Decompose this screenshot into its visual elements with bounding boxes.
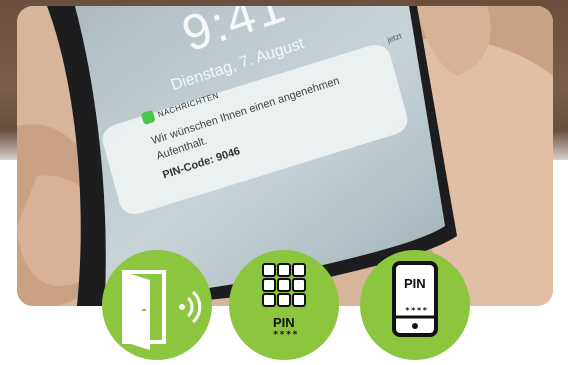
phone-pin-label: PIN (404, 276, 426, 291)
keypad-pin-circle: PIN **** (229, 250, 339, 360)
door-nfc-icon (122, 270, 202, 350)
messages-app-icon (140, 109, 156, 126)
smartphone-pin-icon (392, 261, 438, 337)
phone-pin-mask: **** (405, 306, 429, 315)
notification-time: jetzt (386, 31, 403, 45)
keypad-pin-label: PIN (273, 315, 295, 330)
smartphone-pin-circle: PIN **** (360, 250, 470, 360)
door-nfc-circle (102, 250, 212, 360)
keypad-pin-icon (262, 263, 306, 307)
keypad-pin-mask: **** (273, 330, 299, 340)
